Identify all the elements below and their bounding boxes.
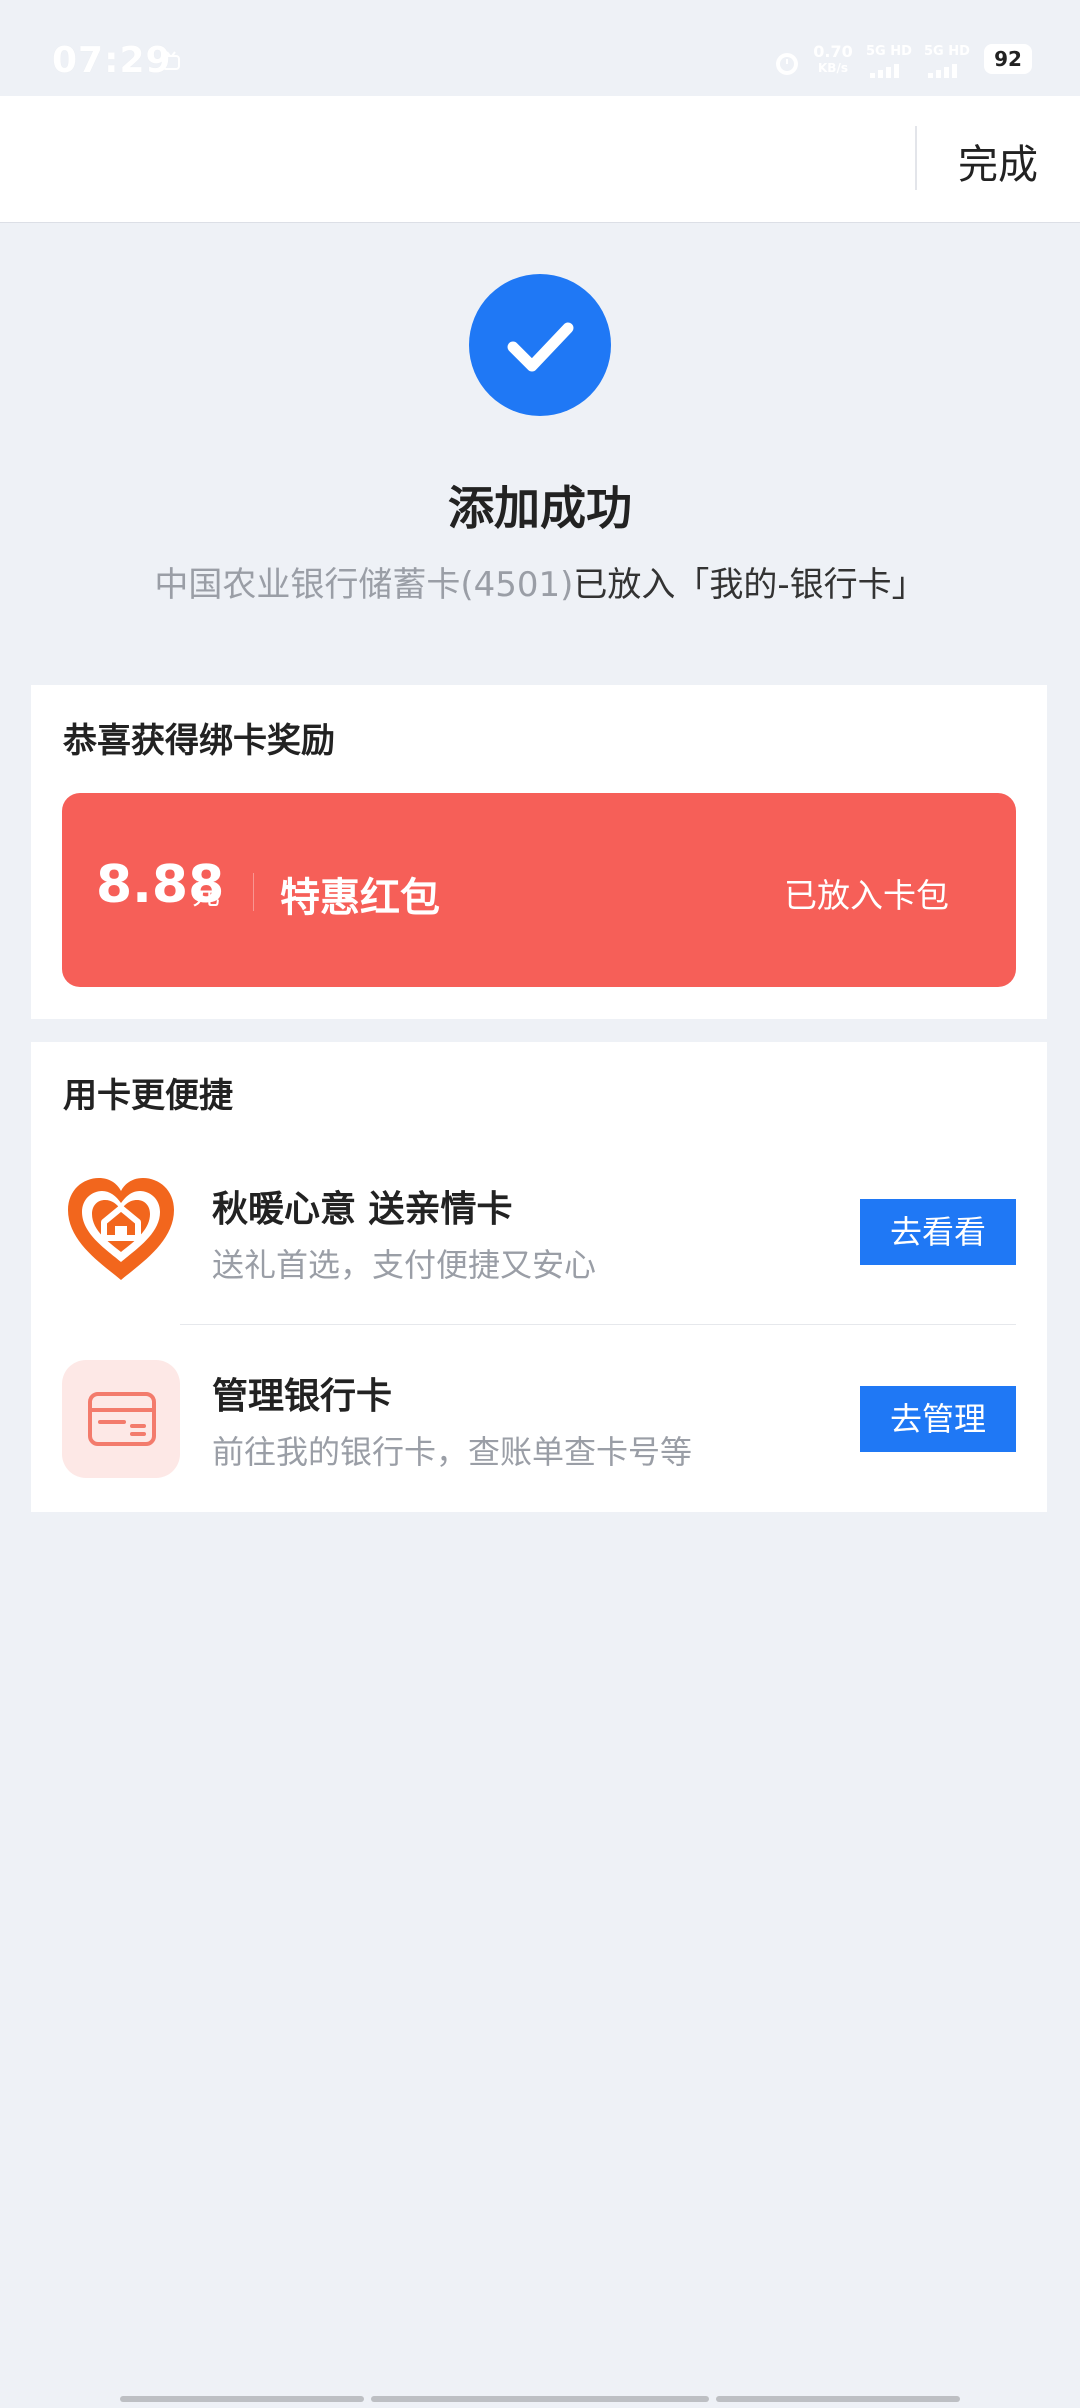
sim1-label: 5G HD xyxy=(866,44,912,59)
item-subtitle: 送礼首选，支付便捷又安心 xyxy=(212,1246,597,1284)
status-time: 07:29 xyxy=(52,40,172,81)
credit-card-icon xyxy=(88,1392,156,1446)
top-bar: 完成 xyxy=(0,96,1080,223)
success-title: 添加成功 xyxy=(448,481,632,535)
convenience-card: 用卡更便捷 秋暖心意 送亲情卡 送礼首选，支付便捷又安心 去看看 管理银行卡 前… xyxy=(31,1042,1047,1512)
red-packet-name: 特惠红包 xyxy=(280,875,440,921)
red-packet-coupon[interactable]: 8.88 元 特惠红包 已放入卡包 xyxy=(62,793,1016,987)
manage-button[interactable]: 去管理 xyxy=(860,1386,1016,1452)
top-bar-divider xyxy=(915,126,917,190)
home-indicator-left xyxy=(120,2396,364,2402)
view-button[interactable]: 去看看 xyxy=(860,1199,1016,1265)
done-button[interactable]: 完成 xyxy=(958,132,1038,190)
red-packet-status: 已放入卡包 xyxy=(784,876,949,915)
status-bar: 07:29 0.70 KB/s 5G HD 5G HD 92 xyxy=(0,0,1080,96)
manage-card-icon-bg xyxy=(62,1360,180,1478)
red-packet-unit: 元 xyxy=(192,878,221,911)
item-title: 秋暖心意 送亲情卡 xyxy=(212,1189,513,1230)
sim2-label: 5G HD xyxy=(924,44,970,59)
net-speed-value: 0.70 xyxy=(813,42,853,61)
item-divider xyxy=(180,1324,1016,1325)
signal-sim1-icon: 5G HD xyxy=(866,44,922,80)
net-speed-unit: KB/s xyxy=(818,61,848,75)
success-desc-location: 已放入「我的-银行卡」 xyxy=(573,565,926,605)
signal-sim2-icon: 5G HD xyxy=(924,44,980,80)
success-description: 中国农业银行储蓄卡(4501)已放入「我的-银行卡」 xyxy=(0,557,1080,606)
red-packet-divider xyxy=(253,873,254,911)
battery-indicator: 92 xyxy=(984,44,1032,74)
item-subtitle: 前往我的银行卡，查账单查卡号等 xyxy=(212,1433,693,1471)
home-indicator-center[interactable] xyxy=(371,2396,709,2402)
home-indicator-right xyxy=(716,2396,960,2402)
heart-house-icon xyxy=(68,1178,174,1280)
check-circle-icon xyxy=(469,274,611,416)
reward-card: 恭喜获得绑卡奖励 8.88 元 特惠红包 已放入卡包 xyxy=(31,685,1047,1019)
reward-title: 恭喜获得绑卡奖励 xyxy=(63,721,335,761)
notification-icon xyxy=(162,51,180,70)
alarm-icon xyxy=(776,53,798,75)
net-speed: 0.70 KB/s xyxy=(808,44,858,76)
convenience-title: 用卡更便捷 xyxy=(63,1076,233,1116)
success-desc-card: 中国农业银行储蓄卡(4501) xyxy=(154,565,574,605)
item-title: 管理银行卡 xyxy=(212,1376,393,1417)
